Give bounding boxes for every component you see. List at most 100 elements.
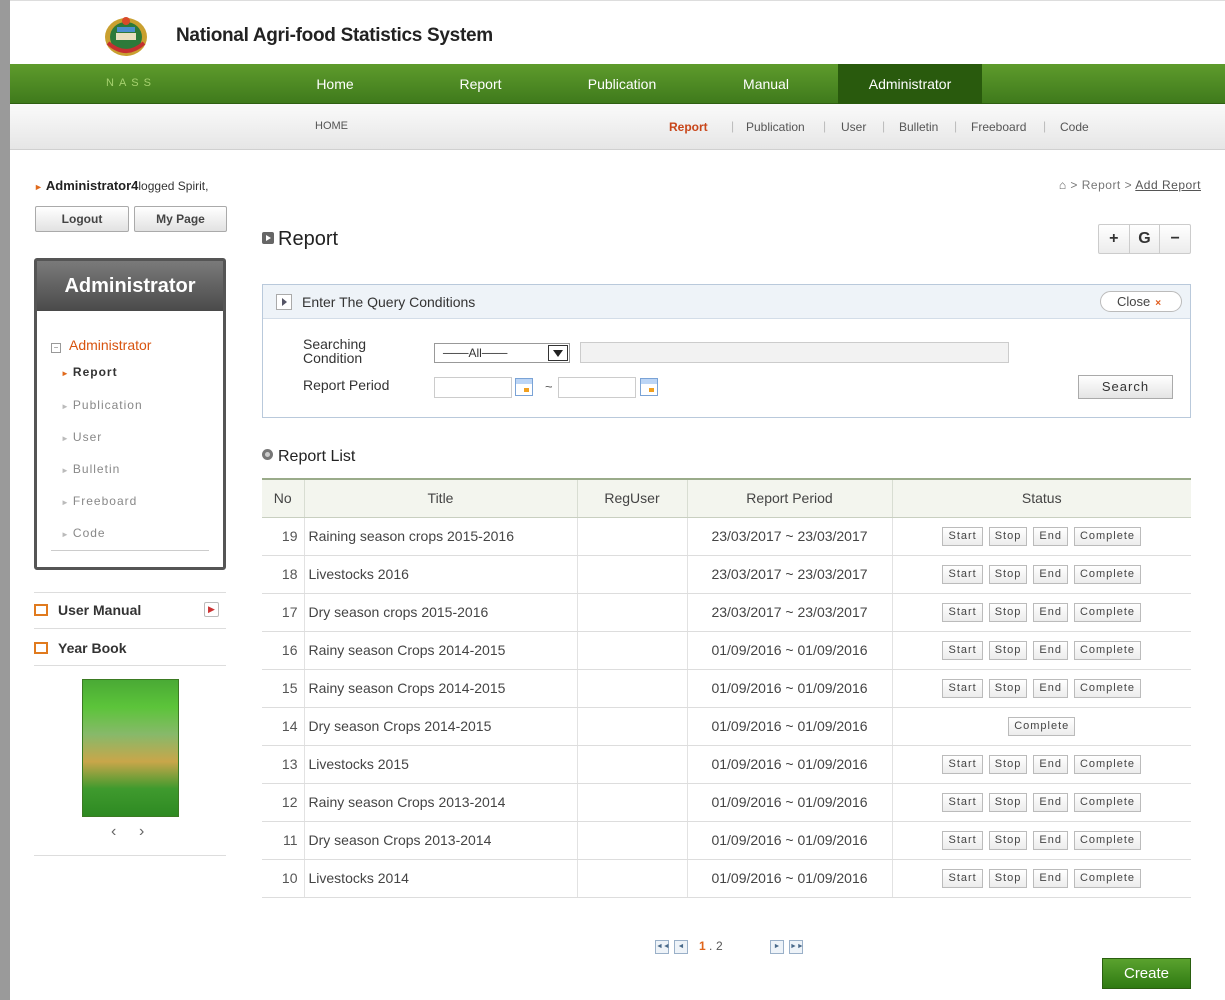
search-button[interactable]: Search bbox=[1078, 375, 1173, 399]
table-row[interactable]: 14 Dry season Crops 2014-2015 01/09/2016 ~… bbox=[262, 707, 1191, 746]
yearbook-cover-image[interactable] bbox=[82, 679, 179, 817]
subnav-home[interactable]: HOME bbox=[315, 120, 348, 132]
first-page-icon[interactable]: ◄◄ bbox=[655, 940, 670, 954]
subnav-publication[interactable]: Publication bbox=[746, 120, 805, 134]
status-complete-button[interactable]: Complete bbox=[1008, 717, 1076, 736]
zoom-out-button[interactable]: − bbox=[1160, 225, 1190, 253]
status-end-button[interactable]: End bbox=[1033, 565, 1068, 584]
status-stop-button[interactable]: Stop bbox=[988, 869, 1028, 888]
logout-button[interactable]: Logout bbox=[35, 206, 129, 232]
table-row[interactable]: 16 Rainy season Crops 2014-2015 01/09/2016… bbox=[262, 631, 1191, 670]
status-start-button[interactable]: Start bbox=[942, 527, 983, 546]
nav-manual[interactable]: Manual bbox=[726, 64, 806, 104]
nav-home[interactable]: Home bbox=[300, 64, 370, 104]
status-end-button[interactable]: End bbox=[1033, 869, 1068, 888]
status-end-button[interactable]: End bbox=[1033, 831, 1068, 850]
admin-section-title[interactable]: − Administrator bbox=[51, 337, 151, 353]
last-page-icon[interactable]: ►► bbox=[789, 940, 804, 954]
status-start-button[interactable]: Start bbox=[942, 831, 983, 850]
subnav-code[interactable]: Code bbox=[1060, 120, 1089, 134]
row-title[interactable]: Dry season Crops 2013-2014 bbox=[303, 821, 577, 860]
status-complete-button[interactable]: Complete bbox=[1073, 641, 1142, 660]
admin-menu-publication[interactable]: ► Publication bbox=[61, 398, 143, 412]
row-title[interactable]: Livestocks 2014 bbox=[303, 859, 577, 898]
status-start-button[interactable]: Start bbox=[942, 869, 983, 888]
row-title[interactable]: Livestocks 2016 bbox=[303, 555, 577, 594]
subnav-bulletin[interactable]: Bulletin bbox=[899, 120, 938, 134]
status-end-button[interactable]: End bbox=[1033, 641, 1068, 660]
table-row[interactable]: 19 Raining season crops 2015-2016 23/03/20… bbox=[262, 517, 1191, 556]
status-stop-button[interactable]: Stop bbox=[988, 641, 1028, 660]
zoom-in-button[interactable]: + bbox=[1099, 225, 1130, 253]
row-title[interactable]: Rainy season Crops 2013-2014 bbox=[303, 783, 577, 822]
status-start-button[interactable]: Start bbox=[942, 603, 983, 622]
row-title[interactable]: Rainy season Crops 2014-2015 bbox=[303, 669, 577, 708]
nav-publication[interactable]: Publication bbox=[572, 64, 672, 104]
admin-menu-report[interactable]: ► Report bbox=[61, 365, 118, 379]
row-title[interactable]: Rainy season Crops 2014-2015 bbox=[303, 631, 577, 670]
chevron-right-icon[interactable]: › bbox=[139, 823, 144, 841]
status-complete-button[interactable]: Complete bbox=[1073, 603, 1142, 622]
next-page-icon[interactable]: ► bbox=[770, 940, 784, 954]
status-stop-button[interactable]: Stop bbox=[988, 565, 1028, 584]
subnav-user[interactable]: User bbox=[841, 120, 866, 134]
status-start-button[interactable]: Start bbox=[942, 793, 983, 812]
status-stop-button[interactable]: Stop bbox=[988, 793, 1028, 812]
admin-menu-freeboard[interactable]: ► Freeboard bbox=[61, 494, 137, 508]
calendar-icon[interactable] bbox=[515, 378, 533, 396]
row-title[interactable]: Raining season crops 2015-2016 bbox=[303, 517, 577, 556]
status-end-button[interactable]: End bbox=[1033, 679, 1068, 698]
status-end-button[interactable]: End bbox=[1033, 755, 1068, 774]
row-title[interactable]: Livestocks 2015 bbox=[303, 745, 577, 784]
status-start-button[interactable]: Start bbox=[942, 641, 983, 660]
subnav-freeboard[interactable]: Freeboard bbox=[971, 120, 1026, 134]
searching-condition-select[interactable]: ───All─── bbox=[434, 343, 570, 363]
period-start-input[interactable] bbox=[434, 377, 512, 398]
status-stop-button[interactable]: Stop bbox=[988, 679, 1028, 698]
status-start-button[interactable]: Start bbox=[942, 565, 983, 584]
status-end-button[interactable]: End bbox=[1033, 603, 1068, 622]
chevron-left-icon[interactable]: ‹ bbox=[111, 823, 116, 841]
search-keyword-input[interactable] bbox=[580, 342, 1009, 363]
status-complete-button[interactable]: Complete bbox=[1073, 527, 1142, 546]
home-icon[interactable]: ⌂ bbox=[1059, 178, 1067, 192]
nav-administrator[interactable]: Administrator bbox=[838, 64, 982, 104]
breadcrumb-item[interactable]: Report bbox=[1082, 178, 1121, 192]
status-end-button[interactable]: End bbox=[1033, 527, 1068, 546]
table-row[interactable]: 18 Livestocks 2016 23/03/2017 ~ 23/03/2017… bbox=[262, 555, 1191, 594]
status-complete-button[interactable]: Complete bbox=[1073, 831, 1142, 850]
status-stop-button[interactable]: Stop bbox=[988, 755, 1028, 774]
close-button[interactable]: Close × bbox=[1100, 291, 1182, 312]
table-row[interactable]: 12 Rainy season Crops 2013-2014 01/09/2016… bbox=[262, 783, 1191, 822]
status-stop-button[interactable]: Stop bbox=[988, 603, 1028, 622]
period-end-input[interactable] bbox=[558, 377, 636, 398]
status-complete-button[interactable]: Complete bbox=[1073, 679, 1142, 698]
table-row[interactable]: 15 Rainy season Crops 2014-2015 01/09/2016… bbox=[262, 669, 1191, 708]
breadcrumb-current[interactable]: Add Report bbox=[1135, 178, 1201, 192]
status-complete-button[interactable]: Complete bbox=[1073, 565, 1142, 584]
status-complete-button[interactable]: Complete bbox=[1073, 793, 1142, 812]
year-book-link[interactable]: Year Book bbox=[34, 640, 126, 656]
zoom-reset-button[interactable]: G bbox=[1130, 225, 1161, 253]
national-emblem-logo[interactable] bbox=[103, 13, 149, 57]
user-manual-link[interactable]: User Manual bbox=[34, 602, 141, 618]
status-complete-button[interactable]: Complete bbox=[1073, 755, 1142, 774]
admin-menu-user[interactable]: ► User bbox=[61, 430, 102, 444]
page-number-current[interactable]: 1 bbox=[699, 939, 706, 953]
admin-menu-bulletin[interactable]: ► Bulletin bbox=[61, 462, 120, 476]
status-stop-button[interactable]: Stop bbox=[988, 831, 1028, 850]
status-stop-button[interactable]: Stop bbox=[988, 527, 1028, 546]
table-row[interactable]: 13 Livestocks 2015 01/09/2016 ~ 01/09/2016… bbox=[262, 745, 1191, 784]
status-end-button[interactable]: End bbox=[1033, 793, 1068, 812]
row-title[interactable]: Dry season Crops 2014-2015 bbox=[303, 707, 577, 746]
status-start-button[interactable]: Start bbox=[942, 755, 983, 774]
chevron-right-icon[interactable]: ▶ bbox=[204, 602, 219, 617]
status-start-button[interactable]: Start bbox=[942, 679, 983, 698]
calendar-icon[interactable] bbox=[640, 378, 658, 396]
table-row[interactable]: 10 Livestocks 2014 01/09/2016 ~ 01/09/2016… bbox=[262, 859, 1191, 898]
page-number[interactable]: 2 bbox=[716, 939, 723, 953]
create-button[interactable]: Create bbox=[1102, 958, 1191, 989]
status-complete-button[interactable]: Complete bbox=[1073, 869, 1142, 888]
my-page-button[interactable]: My Page bbox=[134, 206, 227, 232]
admin-menu-code[interactable]: ► Code bbox=[61, 526, 106, 540]
